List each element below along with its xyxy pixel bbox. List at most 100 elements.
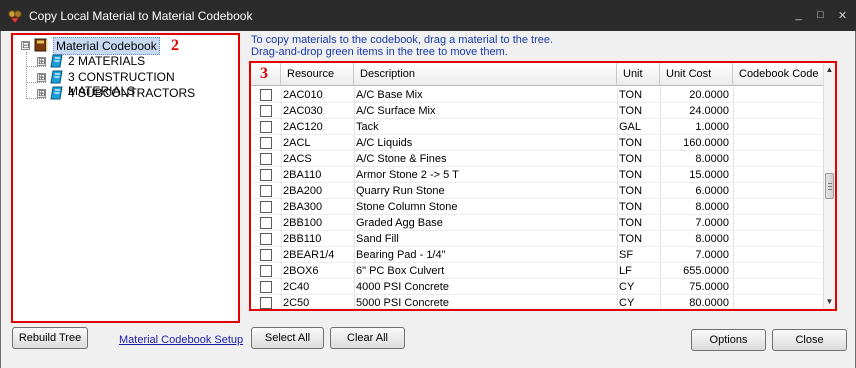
cell-unit: GAL xyxy=(619,121,642,133)
options-button[interactable]: Options xyxy=(691,329,766,351)
cell-unit-cost: 15.0000 xyxy=(689,169,729,181)
cell-description: A/C Stone & Fines xyxy=(356,153,447,165)
row-checkbox[interactable] xyxy=(260,105,272,117)
rebuild-tree-button[interactable]: Rebuild Tree xyxy=(12,327,88,349)
callout-badge-2: 2 xyxy=(171,37,179,54)
table-row[interactable]: 2C50 5000 PSI Concrete CY 80.0000 xyxy=(251,295,827,309)
row-checkbox[interactable] xyxy=(260,233,272,245)
cell-unit-cost: 75.0000 xyxy=(689,281,729,293)
tree-connector xyxy=(26,52,27,99)
cell-unit: LF xyxy=(619,265,632,277)
cell-unit-cost: 24.0000 xyxy=(689,105,729,117)
table-row[interactable]: 2BB100 Graded Agg Base TON 7.0000 xyxy=(251,215,827,231)
minimize-button[interactable]: _ xyxy=(793,9,804,22)
window-title: Copy Local Material to Material Codebook xyxy=(29,8,253,23)
instruction-line-2: Drag-and-drop green items in the tree to… xyxy=(251,46,508,58)
row-checkbox[interactable] xyxy=(260,89,272,101)
maximize-button[interactable]: □ xyxy=(815,9,826,22)
category-node-icon xyxy=(50,70,64,84)
tree-connector xyxy=(26,66,46,67)
cell-resource: 2ACL xyxy=(283,137,311,149)
close-window-button[interactable]: ✕ xyxy=(837,9,848,22)
cell-unit-cost: 1.0000 xyxy=(695,121,729,133)
cell-resource: 2BA200 xyxy=(283,185,323,197)
cell-description: Armor Stone 2 -> 5 T xyxy=(356,169,459,181)
expand-construction-materials-toggle[interactable]: ⊞ xyxy=(37,73,46,82)
tree-item-materials[interactable]: 2 MATERIALS xyxy=(68,54,145,68)
tree-item-subcontractors[interactable]: 4 SUBCONTRACTORS xyxy=(68,86,195,100)
vertical-scrollbar[interactable]: ▲ ▼ xyxy=(823,63,835,309)
cell-unit: TON xyxy=(619,217,643,229)
cell-unit-cost: 80.0000 xyxy=(689,297,729,309)
table-row[interactable]: 2AC030 A/C Surface Mix TON 24.0000 xyxy=(251,103,827,119)
column-header-codebook-code[interactable]: Codebook Code xyxy=(733,63,827,86)
title-bar: Copy Local Material to Material Codebook… xyxy=(0,0,856,31)
expand-subcontractors-toggle[interactable]: ⊞ xyxy=(37,89,46,98)
cell-resource: 2BEAR1/4 xyxy=(283,249,335,261)
cell-unit-cost: 655.0000 xyxy=(683,265,729,277)
table-row[interactable]: 2ACS A/C Stone & Fines TON 8.0000 xyxy=(251,151,827,167)
row-checkbox[interactable] xyxy=(260,265,272,277)
tree-root-label[interactable]: Material Codebook xyxy=(53,37,160,55)
column-header-description[interactable]: Description xyxy=(354,63,617,86)
cell-resource: 2BB100 xyxy=(283,217,323,229)
cell-unit: TON xyxy=(619,201,643,213)
cell-codebook-code xyxy=(735,263,815,279)
expand-materials-toggle[interactable]: ⊞ xyxy=(37,57,46,66)
row-checkbox[interactable] xyxy=(260,249,272,261)
table-row[interactable]: 2AC010 A/C Base Mix TON 20.0000 xyxy=(251,87,827,103)
cell-codebook-code xyxy=(735,199,815,215)
table-row[interactable]: 2ACL A/C Liquids TON 160.0000 xyxy=(251,135,827,151)
row-checkbox[interactable] xyxy=(260,169,272,181)
cell-description: Stone Column Stone xyxy=(356,201,458,213)
cell-description: 5000 PSI Concrete xyxy=(356,297,449,309)
table-row[interactable]: 2BB110 Sand Fill TON 8.0000 xyxy=(251,231,827,247)
column-header-resource[interactable]: Resource xyxy=(281,63,354,86)
cell-resource: 2ACS xyxy=(283,153,312,165)
table-row[interactable]: 2BEAR1/4 Bearing Pad - 1/4" SF 7.0000 xyxy=(251,247,827,263)
collapse-root-toggle[interactable]: ⊟ xyxy=(21,41,30,50)
row-checkbox[interactable] xyxy=(260,281,272,293)
row-checkbox[interactable] xyxy=(260,153,272,165)
cell-resource: 2BA110 xyxy=(283,169,322,181)
column-header-unit[interactable]: Unit xyxy=(617,63,660,86)
cell-unit: TON xyxy=(619,105,643,117)
row-checkbox[interactable] xyxy=(260,185,272,197)
instructions: To copy materials to the codebook, drag … xyxy=(251,34,553,58)
close-button[interactable]: Close xyxy=(772,329,847,351)
row-checkbox[interactable] xyxy=(260,137,272,149)
select-all-button[interactable]: Select All xyxy=(251,327,324,349)
scroll-down-arrow-icon[interactable]: ▼ xyxy=(824,295,835,309)
cell-resource: 2AC120 xyxy=(283,121,323,133)
cell-codebook-code xyxy=(735,231,815,247)
clear-all-button[interactable]: Clear All xyxy=(330,327,405,349)
table-row[interactable]: 2AC120 Tack GAL 1.0000 xyxy=(251,119,827,135)
cell-description: Quarry Run Stone xyxy=(356,185,445,197)
cell-unit: TON xyxy=(619,137,643,149)
table-row[interactable]: 2BOX6 6" PC Box Culvert LF 655.0000 xyxy=(251,263,827,279)
cell-codebook-code xyxy=(735,247,815,263)
table-row[interactable]: 2BA110 Armor Stone 2 -> 5 T TON 15.0000 xyxy=(251,167,827,183)
row-checkbox[interactable] xyxy=(260,297,272,309)
cell-unit: CY xyxy=(619,297,635,309)
codebook-setup-link[interactable]: Material Codebook Setup xyxy=(119,334,243,346)
row-checkbox[interactable] xyxy=(260,201,272,213)
cell-resource: 2C50 xyxy=(283,297,310,309)
grid-header: 3 Resource Description Unit Unit Cost Co… xyxy=(251,63,827,86)
row-checkbox[interactable] xyxy=(260,217,272,229)
cell-unit: TON xyxy=(619,153,643,165)
table-row[interactable]: 2BA200 Quarry Run Stone TON 6.0000 xyxy=(251,183,827,199)
table-row[interactable]: 2C40 4000 PSI Concrete CY 75.0000 xyxy=(251,279,827,295)
cell-unit-cost: 160.0000 xyxy=(683,137,729,149)
cell-unit-cost: 7.0000 xyxy=(695,249,729,261)
table-row[interactable]: 2BA300 Stone Column Stone TON 8.0000 xyxy=(251,199,827,215)
cell-description: A/C Base Mix xyxy=(356,89,423,101)
cell-codebook-code xyxy=(735,103,815,119)
scroll-up-arrow-icon[interactable]: ▲ xyxy=(824,63,835,77)
column-header-unit-cost[interactable]: Unit Cost xyxy=(660,63,733,86)
cell-codebook-code xyxy=(735,215,815,231)
scroll-thumb[interactable] xyxy=(825,173,834,199)
row-checkbox[interactable] xyxy=(260,121,272,133)
materials-grid[interactable]: 3 Resource Description Unit Unit Cost Co… xyxy=(249,61,837,311)
codebook-tree[interactable]: ⊟ Material Codebook 2 ⊞ 2 MATERIALS ⊞ 3 … xyxy=(11,33,240,323)
